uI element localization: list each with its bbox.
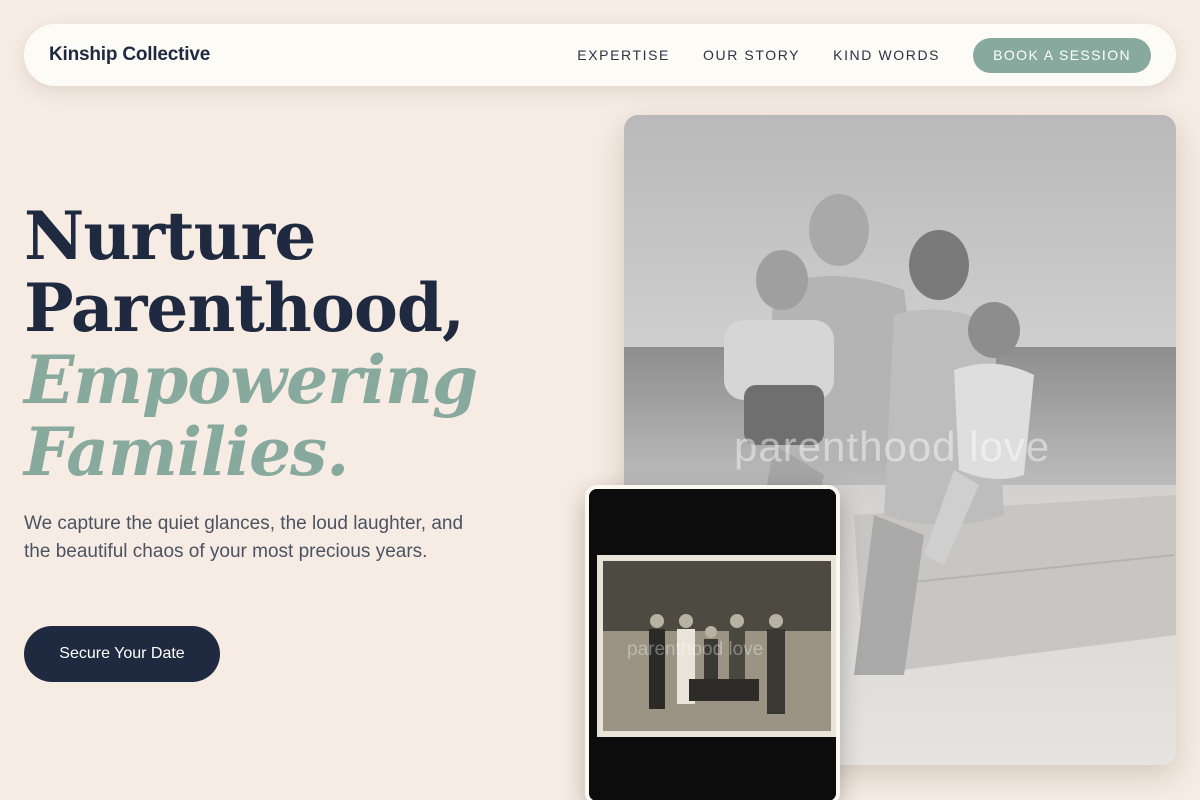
headline-line-2: Parenthood,: [24, 269, 465, 347]
headline-line-3: Empowering: [24, 341, 478, 419]
top-nav: Kinship Collective EXPERTISE OUR STORY K…: [24, 24, 1176, 86]
page: Kinship Collective EXPERTISE OUR STORY K…: [0, 0, 1200, 800]
nav-link-kind-words[interactable]: KIND WORDS: [833, 47, 940, 63]
nav-links: EXPERTISE OUR STORY KIND WORDS BOOK A SE…: [544, 37, 1151, 73]
vintage-group-photo: parenthood love: [585, 485, 840, 800]
book-session-button[interactable]: BOOK A SESSION: [973, 37, 1151, 73]
main-photo-watermark: parenthood love: [734, 423, 1051, 470]
headline-line-4: Families.: [24, 413, 349, 491]
headline-line-1: Nurture: [24, 197, 316, 275]
small-photo-watermark: parenthood love: [627, 639, 764, 660]
nav-link-our-story[interactable]: OUR STORY: [703, 47, 800, 63]
brand-logo[interactable]: Kinship Collective: [49, 44, 210, 66]
hero-headline: Nurture Parenthood, Empowering Families.: [24, 197, 478, 491]
hero-subcopy: We capture the quiet glances, the loud l…: [24, 513, 464, 562]
nav-link-expertise[interactable]: EXPERTISE: [577, 47, 670, 63]
secure-date-button[interactable]: Secure Your Date: [24, 626, 220, 682]
